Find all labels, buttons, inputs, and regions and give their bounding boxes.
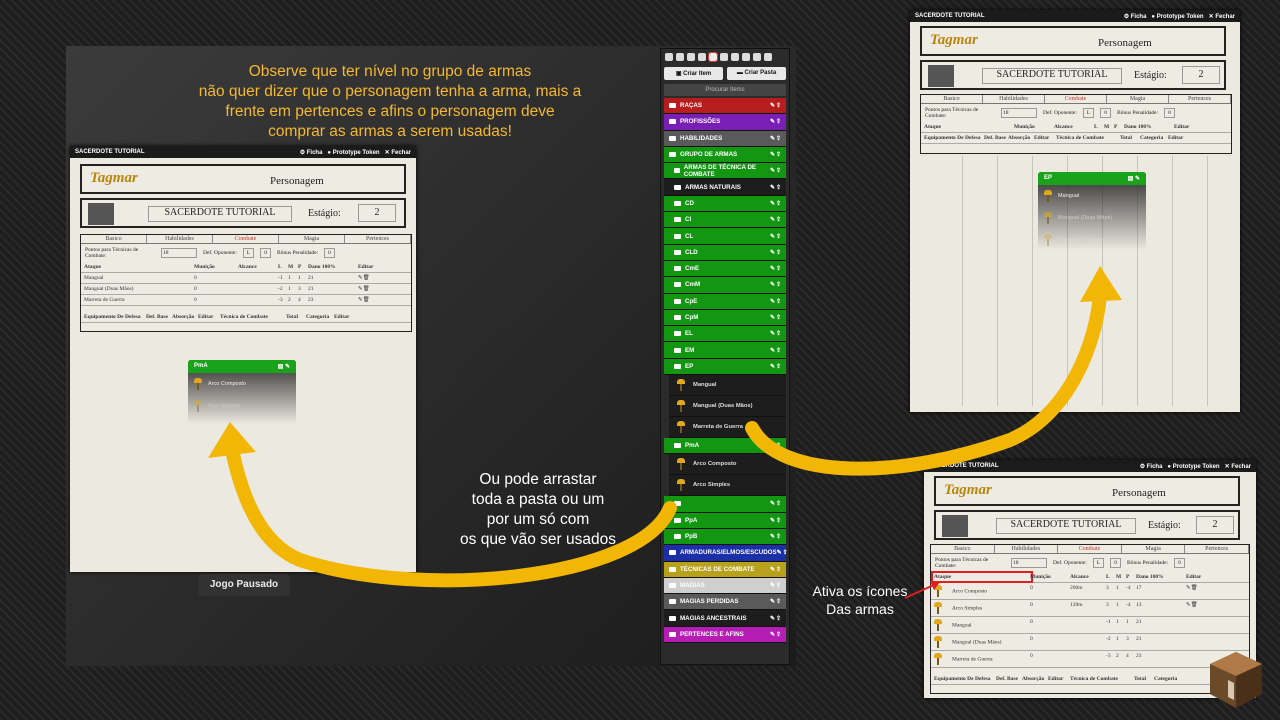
- arrow-head-top: [1080, 266, 1122, 302]
- arrow-head-left: [208, 422, 256, 458]
- arrow-to-left-sheet: [223, 433, 677, 588]
- tagmar-cube-logo: [1210, 652, 1262, 708]
- red-pointer-arrow: [904, 583, 937, 599]
- arrow-to-top-sheet: [745, 283, 1107, 476]
- arrows-overlay: [208, 266, 1122, 599]
